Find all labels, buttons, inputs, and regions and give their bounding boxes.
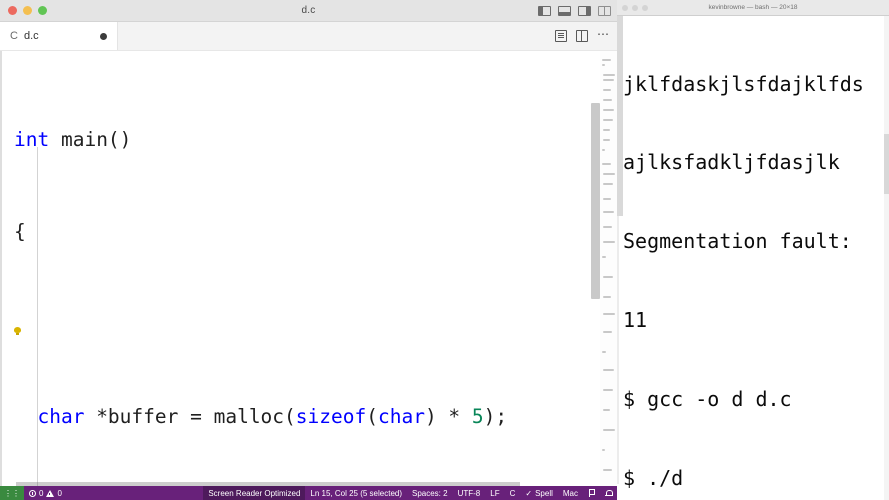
vscode-titlebar: d.c [0,0,617,22]
status-encoding[interactable]: UTF-8 [453,489,486,498]
tab-language-badge: C [10,30,18,42]
split-editor-icon[interactable] [576,30,588,42]
terminal-scrollbar-track[interactable] [884,16,889,500]
keyword-int: int [14,127,50,151]
main-signature: main() [49,127,132,151]
code-line-1: int main() [0,125,507,156]
status-problems[interactable]: 0 0 [24,489,67,498]
editor-minimap[interactable] [600,51,617,489]
terminal-line: $ gcc -o d d.c [623,387,792,412]
status-screen-reader[interactable]: Screen Reader Optimized [203,486,306,500]
status-eol[interactable]: LF [485,489,504,498]
status-bar-right: Screen Reader Optimized Ln 15, Col 25 (5… [203,486,617,500]
bell-icon [605,489,613,497]
status-language-mode[interactable]: C [505,489,521,498]
terminal-title: kevinbrowne — bash — 20×18 [708,4,798,11]
spell-label: Spell [535,488,553,498]
code-content[interactable]: int main() { char *buffer = malloc(sizeo… [0,51,507,489]
error-icon [29,489,36,497]
code-editor[interactable]: int main() { char *buffer = malloc(sizeo… [0,51,617,489]
warning-count: 0 [57,488,62,498]
code-line-2: { [0,217,507,248]
editor-vertical-scrollbar[interactable] [591,103,600,299]
terminal-line: Segmentation fault: [623,229,852,254]
code-line-4: char *buffer = malloc(sizeof(char) * 5); [0,402,507,433]
terminal-line: ajlksfadkljfdasjlk [623,150,840,175]
keyword-sizeof: sizeof [295,404,367,428]
terminal-window: kevinbrowne — bash — 20×18 jklfdaskjlsfd… [617,0,889,500]
brace-open: { [14,219,26,243]
panel-bottom-icon[interactable] [558,5,571,16]
layout-grid-icon[interactable] [598,5,611,16]
paren-open: ( [366,404,378,428]
terminal-scrollbar-thumb[interactable] [884,134,889,194]
flag-icon [588,489,595,497]
window-title: d.c [301,5,316,16]
check-icon: ✓ [525,488,533,498]
keyword-char-inner: char [377,404,425,428]
panel-right-icon[interactable] [578,5,591,16]
error-count: 0 [39,488,44,498]
status-cursor-position[interactable]: Ln 15, Col 25 (5 selected) [305,489,407,498]
tab-filename: d.c [23,30,39,42]
terminal-line: jklfdaskjlsfdajklfds [623,71,864,96]
titlebar-actions [538,5,611,16]
status-notifications[interactable] [600,489,617,497]
number-five: 5 [471,404,484,428]
screen: d.c C d.c ⋯ int main() {char *buffer = … [0,0,889,500]
terminal-line: 11 [623,308,648,333]
terminal-titlebar: kevinbrowne — bash — 20×18 [617,0,889,16]
terminal-line: $ ./d [623,466,684,491]
panel-left-icon[interactable] [538,5,551,16]
status-feedback[interactable] [583,489,600,497]
multiply-op: ) * [424,404,472,428]
status-indentation[interactable]: Spaces: 2 [407,489,453,498]
status-spell-checker[interactable]: ✓ Spell [520,489,558,498]
warning-icon [46,489,55,497]
terminal-output[interactable]: jklfdaskjlsfdajklfds ajlksfadkljfdasjlk … [617,16,889,500]
ellipsis-icon[interactable]: ⋯ [597,28,609,42]
tab-d-c[interactable]: C d.c [0,22,118,50]
remote-host-icon[interactable]: ⋮⋮ [0,486,24,500]
buffer-declaration: *buffer = malloc( [84,404,296,428]
editor-actions: ⋯ [555,22,617,50]
status-platform[interactable]: Mac [558,489,583,498]
document-icon[interactable] [555,30,567,42]
status-bar: ⋮⋮ 0 0 Screen Reader Optimized Ln 15, Co… [0,486,617,500]
unsaved-dot-icon[interactable] [100,32,107,40]
close-semicolon: ); [483,404,508,428]
vscode-window: d.c C d.c ⋯ int main() {char *buffer = … [0,0,617,500]
editor-tab-bar: C d.c ⋯ [0,22,617,51]
keyword-char: char [37,404,85,428]
